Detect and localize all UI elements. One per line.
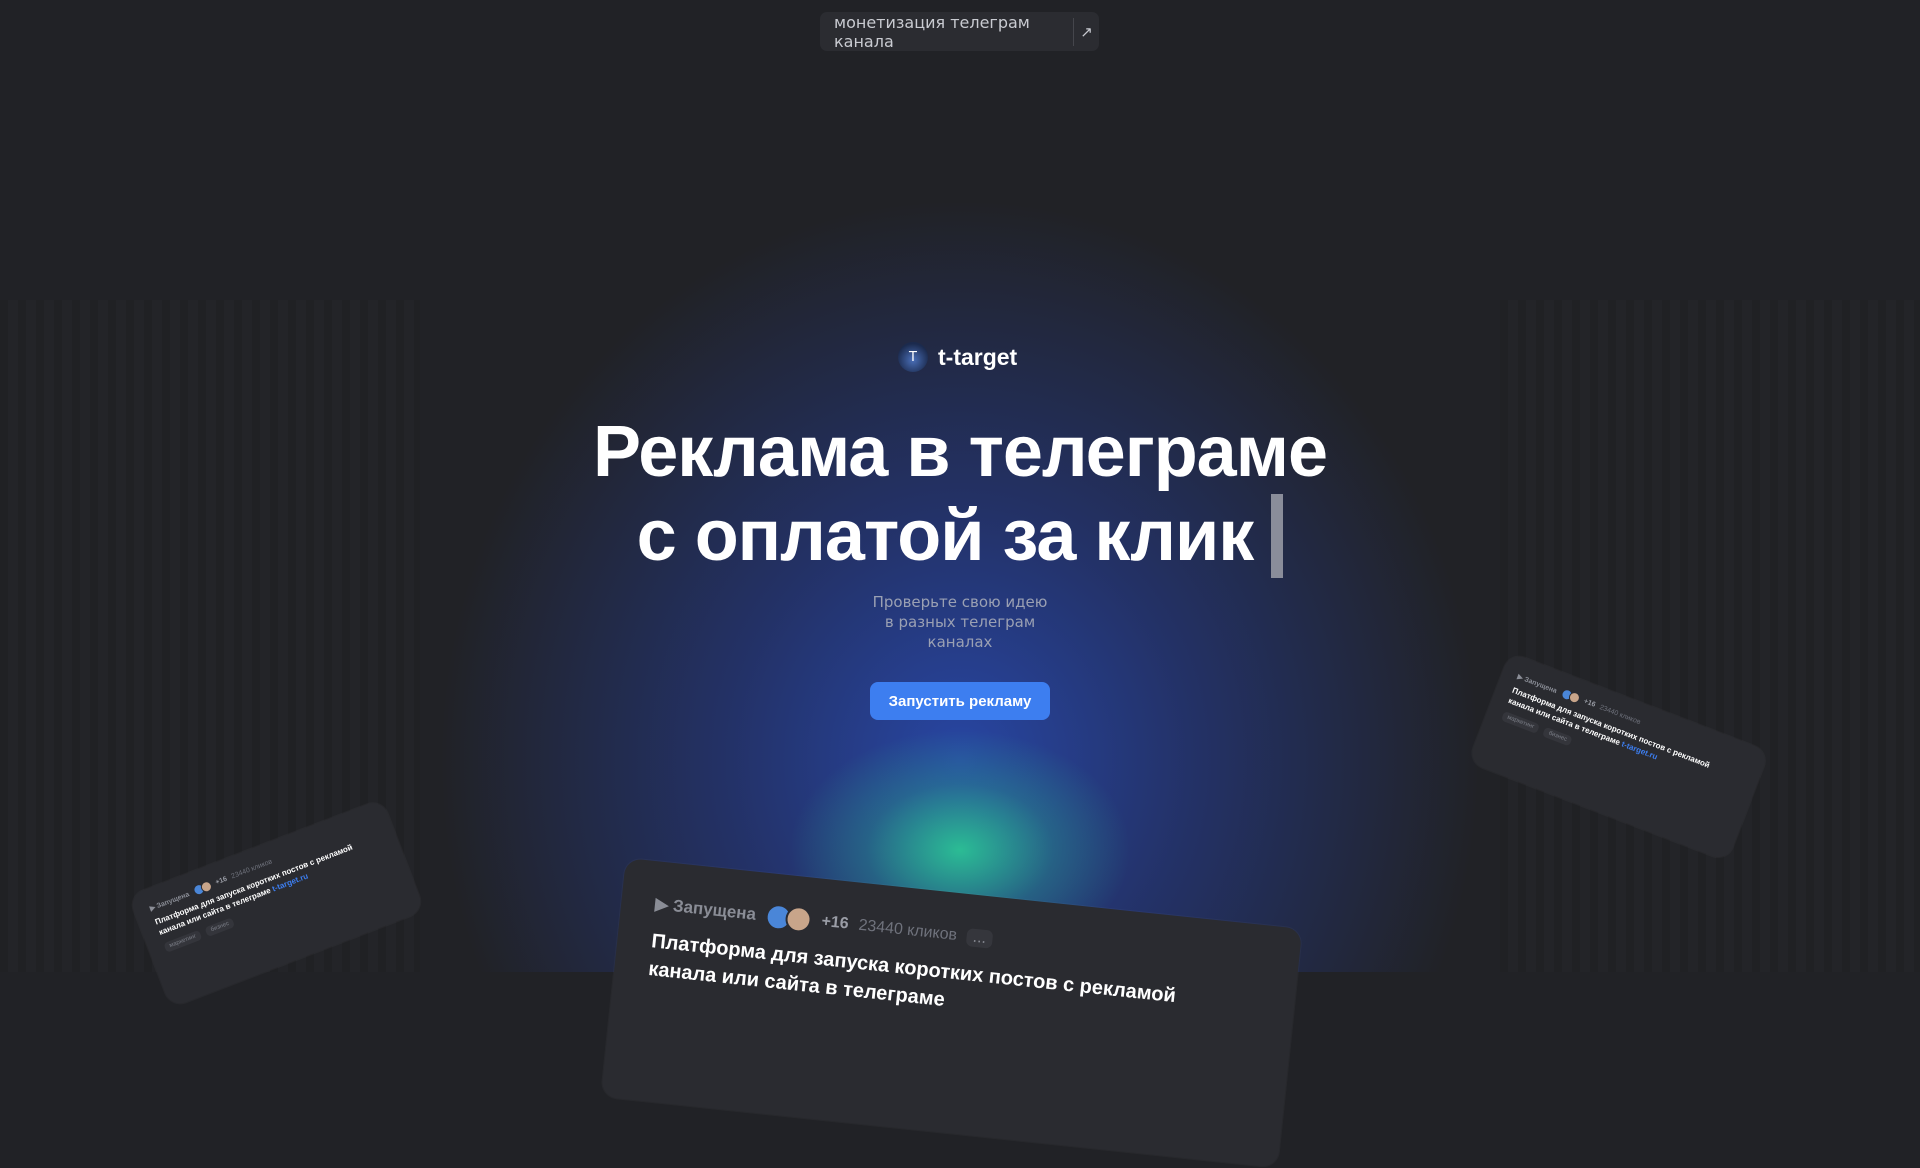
subtitle: Проверьте свою идею в разных телеграм ка… — [0, 592, 1920, 652]
title-line-2: с оплатой за клик — [0, 494, 1920, 578]
avatar-group — [764, 903, 813, 934]
subtitle-line-3: каналах — [927, 633, 993, 651]
logo-icon: T — [898, 342, 928, 372]
monetization-link[interactable]: монетизация телеграм канала ↗ — [820, 12, 1099, 51]
tag: бизнес — [204, 917, 236, 937]
brand[interactable]: T t-target — [898, 342, 1017, 372]
title-line-2-text: с оплатой за клик — [636, 496, 1255, 576]
avatar-group — [1559, 687, 1582, 705]
more-avatars-count: +16 — [820, 912, 850, 933]
card-menu-button[interactable]: ... — [965, 928, 994, 949]
title-line-1: Реклама в телеграме — [592, 412, 1328, 492]
arrow-up-right-icon: ↗ — [1080, 22, 1093, 41]
tag: бизнес — [1542, 726, 1574, 747]
subtitle-line-2: в разных телеграм — [884, 613, 1036, 631]
more-avatars-count: +16 — [1582, 697, 1597, 709]
logo-letter: T — [909, 349, 917, 365]
monetization-link-label: монетизация телеграм канала — [834, 12, 1030, 51]
campaign-card-main[interactable]: ▶ Запущена +16 23440 кликов ... Платформ… — [600, 858, 1303, 1168]
typing-cursor — [1271, 494, 1284, 578]
more-avatars-count: +16 — [214, 875, 229, 887]
brand-name: t-target — [938, 343, 1018, 370]
avatar — [784, 905, 813, 934]
status-badge: ▶ Запущена — [654, 894, 757, 924]
clicks-count: 23440 кликов — [857, 916, 958, 944]
launch-ad-button[interactable]: Запустить рекламу — [870, 682, 1050, 720]
subtitle-line-1: Проверьте свою идею — [872, 593, 1048, 611]
page-title: Реклама в телеграме с оплатой за клик — [0, 410, 1920, 578]
